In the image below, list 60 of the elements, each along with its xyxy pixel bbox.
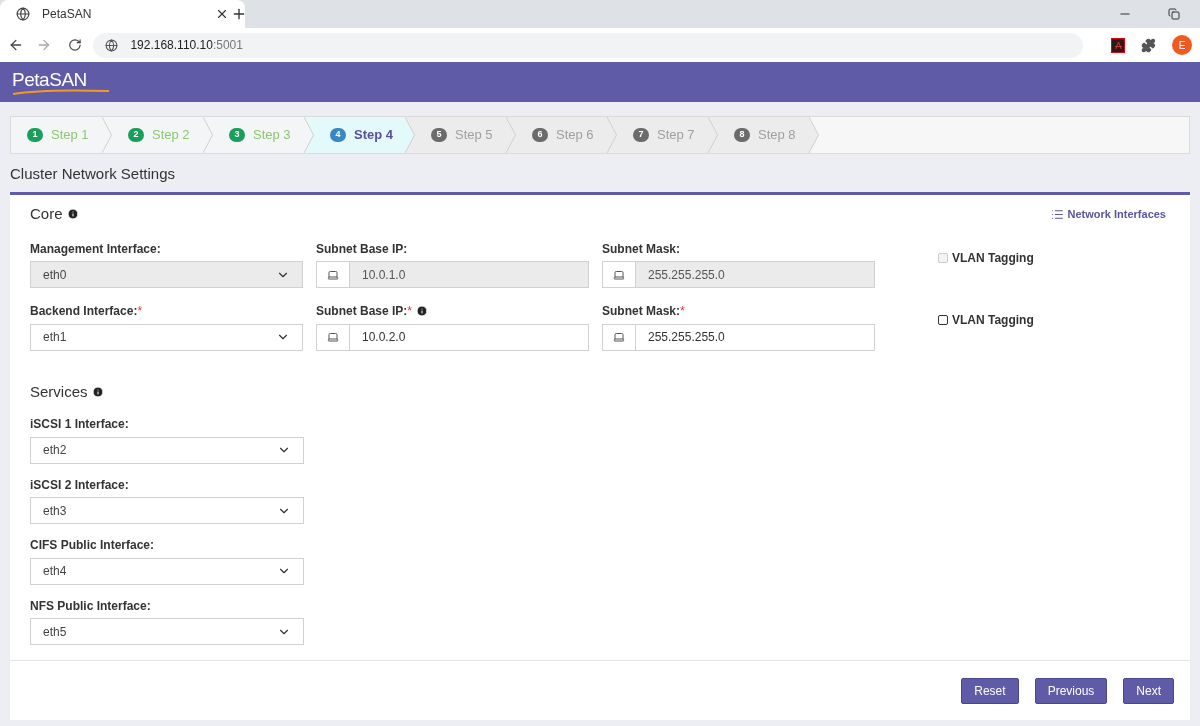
- field-label: CIFS Public Interface:: [30, 537, 155, 554]
- laptop-icon: [613, 268, 625, 281]
- browser-tab[interactable]: PetaSAN: [0, 0, 245, 28]
- interface-dropdown[interactable]: eth3: [30, 497, 304, 524]
- info-icon[interactable]: [66, 208, 79, 221]
- field-label: Management Interface:: [30, 240, 161, 258]
- list-icon: [1050, 207, 1064, 221]
- wizard-step[interactable]: 5 Step 5: [415, 117, 506, 153]
- vlan-checkbox[interactable]: VLAN Tagging: [938, 311, 1034, 329]
- network-interfaces-link[interactable]: Network Interfaces: [1050, 206, 1170, 223]
- step-number: 6: [532, 128, 548, 142]
- interface-dropdown[interactable]: eth5: [30, 618, 304, 645]
- info-icon[interactable]: [416, 305, 429, 317]
- wizard-step[interactable]: 7 Step 7: [617, 117, 708, 153]
- reload-icon[interactable]: [67, 38, 82, 52]
- required-mark: *: [407, 303, 413, 320]
- step-number: 5: [431, 128, 447, 142]
- field-label: Backend Interface:: [30, 303, 138, 320]
- globe-icon: [16, 7, 30, 21]
- profile-avatar[interactable]: E: [1172, 35, 1192, 55]
- subnet-mask-field[interactable]: 255.255.255.0: [602, 323, 875, 351]
- page-title: Cluster Network Settings: [10, 165, 176, 182]
- subnet-ip-field[interactable]: 10.0.2.0: [316, 323, 589, 351]
- field-label: iSCSI 2 Interface:: [30, 476, 129, 494]
- step-number: 1: [27, 128, 43, 142]
- laptop-icon: [327, 268, 339, 281]
- new-tab-icon[interactable]: [231, 6, 247, 22]
- address-bar[interactable]: 192.168.110.10:5001: [93, 32, 1083, 58]
- step-number: 4: [330, 128, 346, 142]
- field-label: iSCSI 1 Interface:: [30, 416, 129, 433]
- extensions-icon[interactable]: [1141, 37, 1157, 53]
- logo[interactable]: PetaSAN: [12, 69, 110, 95]
- field-label: NFS Public Interface:: [30, 597, 151, 615]
- wizard-button[interactable]: Next: [1123, 677, 1174, 704]
- required-mark: *: [137, 303, 143, 320]
- globe-icon: [105, 38, 119, 52]
- field-label: Subnet Mask:: [602, 303, 680, 320]
- field-label: Subnet Base IP:: [316, 303, 408, 320]
- info-icon[interactable]: [91, 385, 104, 398]
- interface-dropdown[interactable]: eth1: [30, 323, 303, 351]
- step-number: 7: [633, 128, 649, 142]
- interface-dropdown[interactable]: eth4: [30, 557, 304, 585]
- step-number: 2: [128, 128, 144, 142]
- field-label: Subnet Mask:: [602, 240, 680, 258]
- section-heading: Services: [30, 381, 88, 402]
- wizard-button[interactable]: Previous: [1034, 677, 1108, 704]
- laptop-icon: [327, 331, 339, 343]
- field-label: Subnet Base IP:: [316, 240, 408, 258]
- wizard-button[interactable]: Reset: [961, 677, 1019, 704]
- required-mark: *: [680, 303, 685, 320]
- back-icon[interactable]: [8, 37, 24, 53]
- laptop-icon: [613, 331, 625, 343]
- step-number: 8: [734, 128, 750, 142]
- restore-icon[interactable]: [1168, 8, 1180, 20]
- interface-dropdown[interactable]: eth2: [30, 436, 304, 464]
- section-heading: Core: [30, 204, 63, 224]
- pdf-extension-icon[interactable]: [1110, 37, 1126, 53]
- step-number: 3: [229, 128, 245, 142]
- close-icon[interactable]: [215, 7, 229, 21]
- wizard-step[interactable]: 6 Step 6: [516, 117, 607, 153]
